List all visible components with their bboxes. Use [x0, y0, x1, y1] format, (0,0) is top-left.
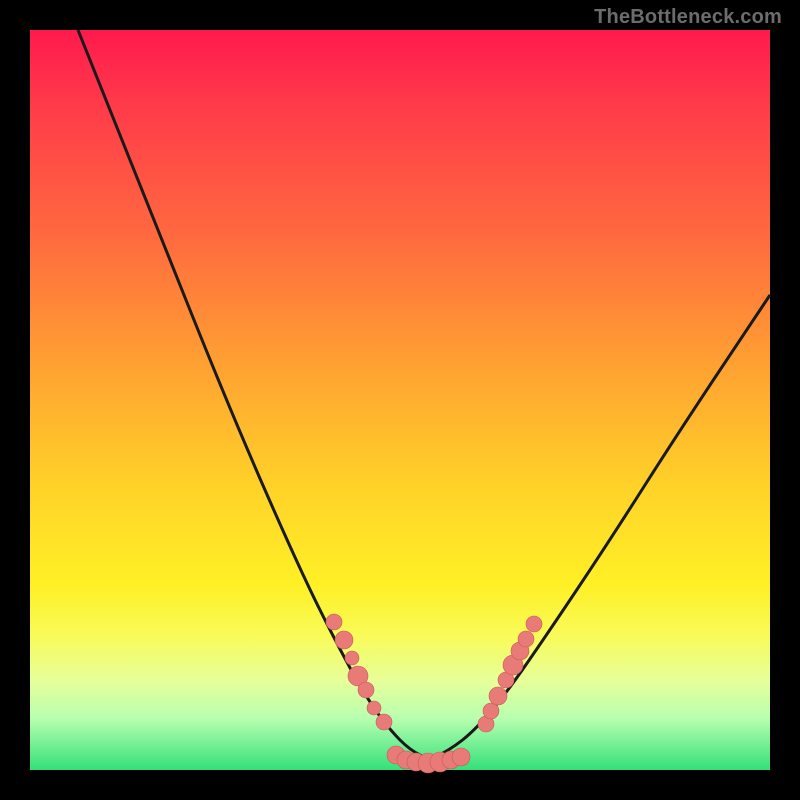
plot-area	[30, 30, 770, 770]
data-point	[489, 687, 507, 705]
curve-left-arm	[78, 30, 430, 760]
v-curve-svg	[30, 30, 770, 770]
data-point	[518, 631, 534, 647]
curve-right-arm	[430, 295, 770, 760]
data-point	[483, 703, 499, 719]
data-point	[358, 682, 374, 698]
data-point	[526, 616, 542, 632]
data-point	[452, 748, 470, 766]
data-point	[345, 651, 359, 665]
data-point	[367, 701, 381, 715]
data-point	[376, 714, 392, 730]
data-point	[326, 614, 342, 630]
scatter-points	[326, 614, 542, 773]
watermark-text: TheBottleneck.com	[594, 6, 782, 29]
chart-frame: TheBottleneck.com	[0, 0, 800, 800]
data-point	[335, 631, 353, 649]
